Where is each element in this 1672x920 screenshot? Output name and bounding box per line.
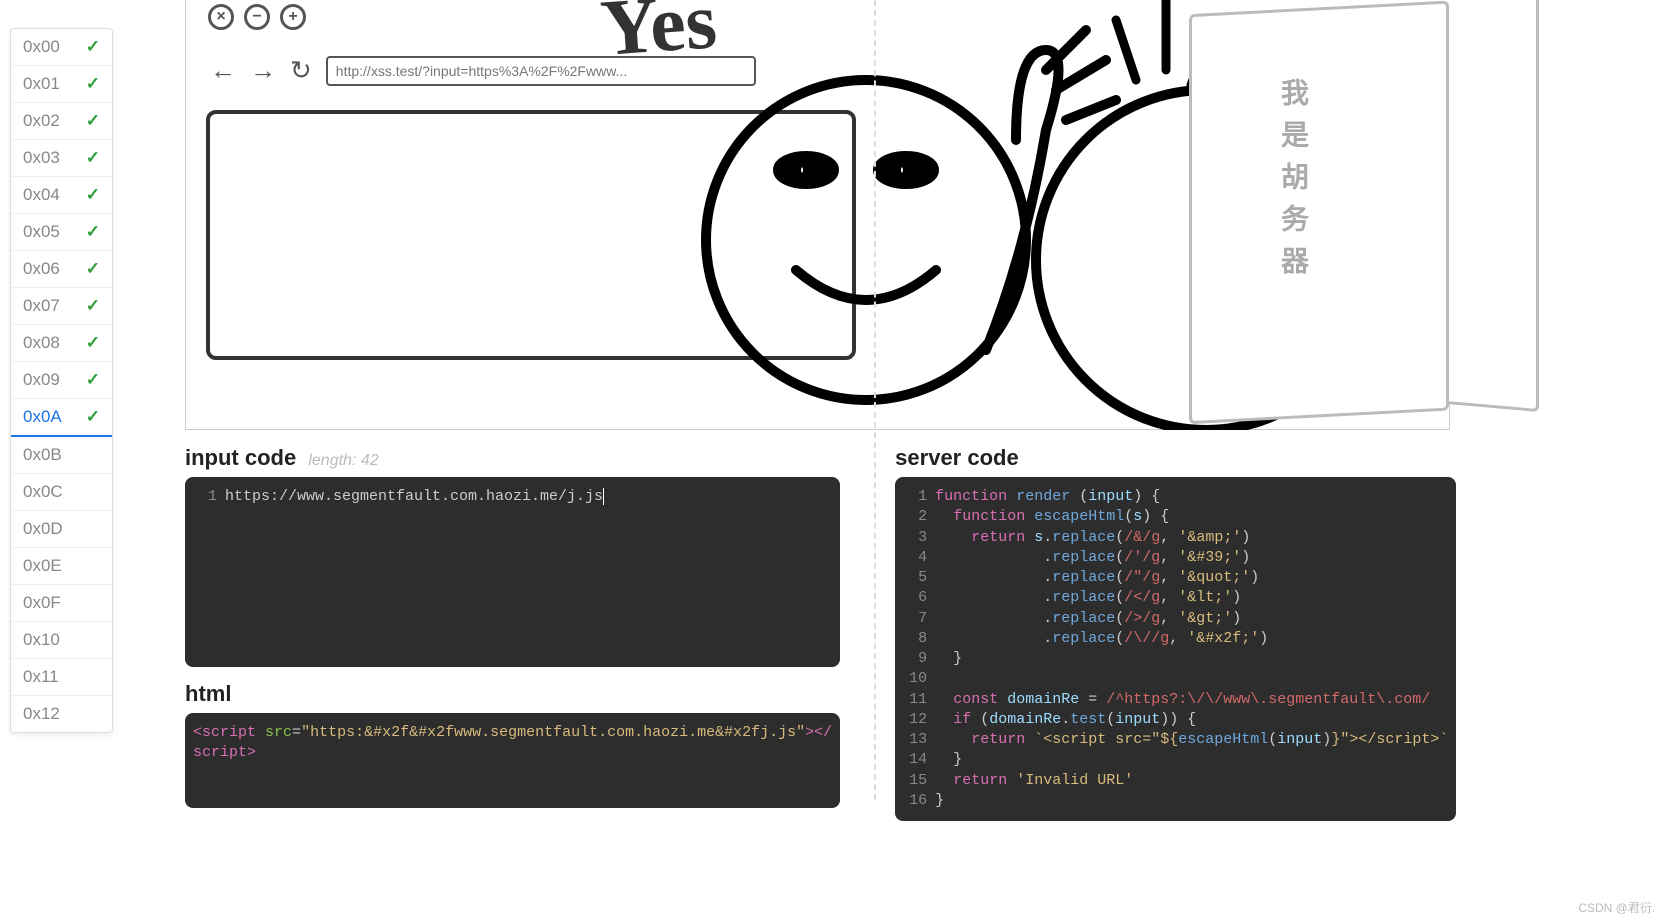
sidebar-item-label: 0x0B: [23, 445, 62, 465]
sidebar-item-0x09[interactable]: 0x09 ✓: [11, 362, 112, 399]
html-output-box: <script src="https:&#x2f&#x2fwww.segment…: [185, 713, 840, 808]
sidebar-item-label: 0x09: [23, 370, 60, 390]
input-content: https://www.segmentfault.com.haozi.me/j.…: [225, 488, 603, 505]
sidebar-item-label: 0x07: [23, 296, 60, 316]
sidebar-item-0x00[interactable]: 0x00 ✓: [11, 29, 112, 66]
sidebar-item-0x05[interactable]: 0x05 ✓: [11, 214, 112, 251]
line-number: 7: [903, 609, 927, 629]
check-icon: ✓: [86, 370, 100, 390]
reload-icon: ↻: [290, 56, 312, 86]
vertical-divider: [874, 0, 876, 800]
check-icon: ✓: [86, 407, 100, 427]
sidebar-item-0x07[interactable]: 0x07 ✓: [11, 288, 112, 325]
sidebar-item-0x0b[interactable]: 0x0B: [11, 437, 112, 474]
sidebar-item-0x03[interactable]: 0x03 ✓: [11, 140, 112, 177]
server-code-title: server code: [895, 445, 1456, 471]
sidebar-item-label: 0x03: [23, 148, 60, 168]
back-icon: ←: [210, 56, 236, 86]
sidebar-item-0x0d[interactable]: 0x0D: [11, 511, 112, 548]
left-column: input code length: 42 1 https://www.segme…: [185, 445, 840, 821]
check-icon: ✓: [86, 222, 100, 242]
sidebar-item-label: 0x01: [23, 74, 60, 94]
sidebar-item-label: 0x0A: [23, 407, 62, 427]
sidebar-item-0x04[interactable]: 0x04 ✓: [11, 177, 112, 214]
server-box-illustration: [1189, 0, 1539, 434]
sidebar-item-label: 0x12: [23, 704, 60, 724]
check-icon: ✓: [86, 185, 100, 205]
sidebar-item-0x0f[interactable]: 0x0F: [11, 585, 112, 622]
sidebar-item-0x02[interactable]: 0x02 ✓: [11, 103, 112, 140]
line-number: 15: [903, 771, 927, 791]
sidebar-item-0x06[interactable]: 0x06 ✓: [11, 251, 112, 288]
html-title: html: [185, 681, 840, 707]
line-number: 2: [903, 507, 927, 527]
html-tag-open: <script: [193, 724, 256, 741]
sidebar-item-label: 0x02: [23, 111, 60, 131]
check-icon: ✓: [86, 111, 100, 131]
line-number: 1: [193, 487, 217, 507]
line-number: 6: [903, 588, 927, 608]
line-number: 3: [903, 528, 927, 548]
close-icon: ×: [208, 4, 234, 30]
line-number: 5: [903, 568, 927, 588]
watermark: CSDN @君衍.⠀: [1578, 899, 1664, 916]
right-column: server code 1function render (input) { 2…: [895, 445, 1456, 821]
line-number: 1: [903, 487, 927, 507]
server-code-box: 1function render (input) { 2 function es…: [895, 477, 1456, 821]
sidebar-item-label: 0x11: [23, 667, 59, 687]
html-close2: script>: [193, 744, 256, 761]
minus-icon: −: [244, 4, 270, 30]
html-attr-val: "https:&#x2f&#x2fwww.segmentfault.com.ha…: [301, 724, 805, 741]
sidebar-item-label: 0x00: [23, 37, 60, 57]
sidebar-item-0x08[interactable]: 0x08 ✓: [11, 325, 112, 362]
line-number: 9: [903, 649, 927, 669]
sidebar-item-label: 0x10: [23, 630, 60, 650]
cursor-icon: [603, 488, 604, 505]
forward-icon: →: [250, 56, 276, 86]
plus-icon: +: [280, 4, 306, 30]
line-number: 16: [903, 791, 927, 811]
sidebar-item-label: 0x0F: [23, 593, 61, 613]
illustration-panel: × − + ← → ↻ Yes: [185, 0, 1450, 430]
sidebar-item-label: 0x08: [23, 333, 60, 353]
check-icon: ✓: [86, 259, 100, 279]
sidebar-item-label: 0x0C: [23, 482, 63, 502]
input-code-title: input code length: 42: [185, 445, 840, 471]
html-attr: src: [265, 724, 292, 741]
line-number: 10: [903, 669, 927, 689]
line-number: 11: [903, 690, 927, 710]
sidebar-item-label: 0x05: [23, 222, 60, 242]
sidebar-item-label: 0x06: [23, 259, 60, 279]
check-icon: ✓: [86, 37, 100, 57]
html-eq: =: [292, 724, 301, 741]
line-number: 4: [903, 548, 927, 568]
line-number: 12: [903, 710, 927, 730]
line-number: 14: [903, 750, 927, 770]
check-icon: ✓: [86, 333, 100, 353]
check-icon: ✓: [86, 148, 100, 168]
sidebar-item-label: 0x04: [23, 185, 60, 205]
sidebar-item-label: 0x0E: [23, 556, 62, 576]
sidebar-item-0x12[interactable]: 0x12: [11, 696, 112, 732]
sidebar-item-0x0e[interactable]: 0x0E: [11, 548, 112, 585]
sidebar-item-0x0a[interactable]: 0x0A ✓: [11, 399, 112, 437]
browser-buttons: × − +: [208, 4, 306, 30]
input-code-title-text: input code: [185, 445, 296, 470]
check-icon: ✓: [86, 296, 100, 316]
sidebar-item-0x0c[interactable]: 0x0C: [11, 474, 112, 511]
challenge-sidebar: 0x00 ✓ 0x01 ✓ 0x02 ✓ 0x03 ✓ 0x04 ✓ 0x05 ✓ 0x06 ✓ 0x07 ✓…: [10, 28, 113, 733]
line-number: 13: [903, 730, 927, 750]
sidebar-item-0x11[interactable]: 0x11: [11, 659, 112, 696]
input-code-box[interactable]: 1 https://www.segmentfault.com.haozi.me/j…: [185, 477, 840, 667]
server-label: 我是胡务器: [1273, 78, 1313, 288]
sidebar-item-0x10[interactable]: 0x10: [11, 622, 112, 659]
sidebar-item-label: 0x0D: [23, 519, 63, 539]
check-icon: ✓: [86, 74, 100, 94]
line-number: 8: [903, 629, 927, 649]
sidebar-item-0x01[interactable]: 0x01 ✓: [11, 66, 112, 103]
main-panel: input code length: 42 1 https://www.segme…: [185, 445, 1453, 821]
html-close1: ></: [805, 724, 832, 741]
length-hint: length: 42: [308, 452, 378, 469]
